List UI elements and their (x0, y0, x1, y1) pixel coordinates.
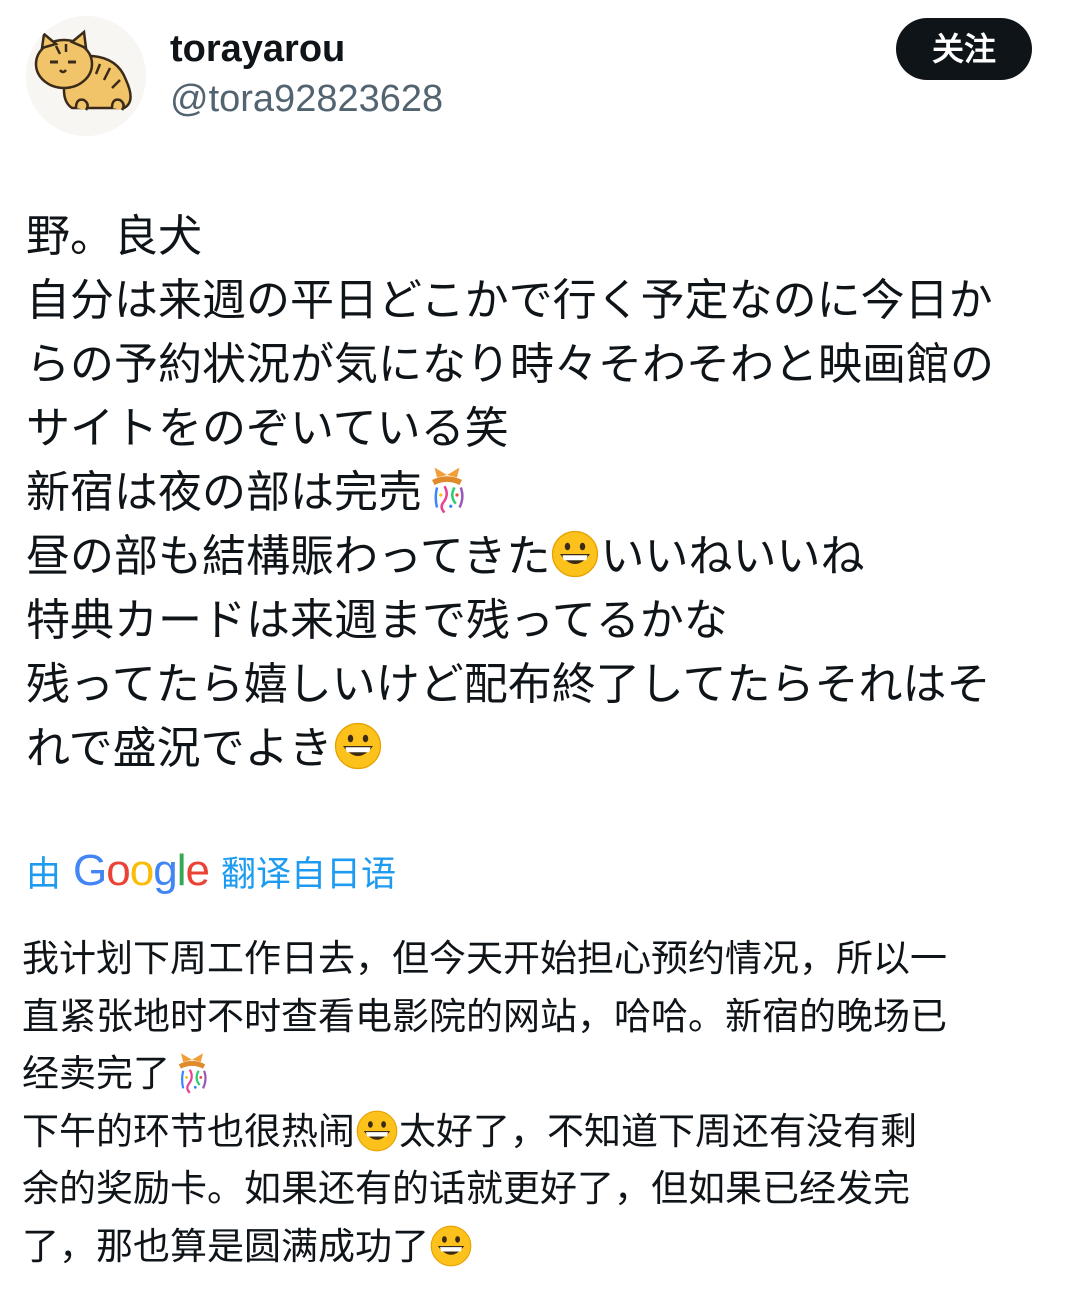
text-line: 了，那也算是圆满成功了 (22, 1218, 1062, 1276)
text-segment: 新宿は夜の部は完売 (26, 467, 422, 518)
text-segment: 自分は来週の平日どこかで行く予定なのに今日か (26, 275, 993, 326)
text-line: 直紧张地时不时查看电影院的网站，哈哈。新宿的晚场已 (22, 988, 1062, 1046)
text-line: 野。良犬 (26, 205, 1060, 269)
google-logo-letter: o (106, 846, 131, 895)
translation-attribution[interactable]: 由 Google 翻译自日语 (26, 843, 396, 899)
text-line: 新宿は夜の部は完売 (26, 461, 1060, 525)
translation-prefix: 由 (26, 854, 62, 895)
translated-text: 我计划下周工作日去，但今天开始担心预约情况，所以一 直紧张地时不时查看电影院的网站… (22, 930, 1062, 1275)
text-segment: 特典カードは来週まで残ってるかな (26, 595, 728, 646)
text-segment: 余的奖励卡。如果还有的话就更好了，但如果已经发完 (22, 1167, 910, 1210)
google-logo-letter: o (129, 846, 155, 895)
google-logo: Google (73, 846, 210, 896)
text-segment: 昼の部も結構賑わってきた (26, 531, 551, 582)
grinning-face-icon (430, 1225, 472, 1266)
text-line: 下午的环节也很热闹 太好了，不知道下周还有没有剩 (22, 1103, 1062, 1161)
tiger-cat-avatar-icon (26, 16, 146, 136)
text-segment: 残ってたら嬉しいけど配布終了してたらそれはそ (26, 659, 991, 710)
confetti-ball-icon (178, 1053, 207, 1094)
text-segment: 了，那也算是圆满成功了 (22, 1224, 429, 1268)
text-segment: 直紧张地时不时查看电影院的网站，哈哈。新宿的晚场已 (22, 994, 947, 1038)
text-line: 特典カードは来週まで残ってるかな (26, 589, 1060, 653)
grinning-face-icon (552, 530, 599, 578)
text-line: 余的奖励卡。如果还有的话就更好了，但如果已经发完 (22, 1160, 1062, 1218)
text-segment: 太好了，不知道下周还有没有剩 (399, 1109, 917, 1153)
text-line: 我计划下周工作日去，但今天开始担心预约情况，所以一 (22, 930, 1062, 988)
follow-button[interactable]: 关注 (896, 18, 1032, 80)
translation-source-label: 翻译自日语 (220, 854, 396, 895)
text-line: らの予約状況が気になり時々そわそわと映画館の (26, 333, 1060, 397)
google-logo-letter: e (185, 846, 210, 895)
grinning-face-icon (334, 722, 381, 770)
text-segment: 野。良犬 (26, 211, 202, 262)
avatar[interactable] (26, 16, 146, 136)
text-segment: 经卖完了 (22, 1052, 170, 1095)
text-line: サイトをのぞいている笑 (26, 397, 1060, 461)
text-line: 自分は来週の平日どこかで行く予定なのに今日か (26, 269, 1060, 333)
text-segment: 下午的环节也很热闹 (22, 1109, 355, 1153)
grinning-face-icon (356, 1110, 398, 1151)
text-segment: サイトをのぞいている笑 (26, 403, 509, 454)
tweet-text: 野。良犬自分は来週の平日どこかで行く予定なのに今日か らの予約状況が気になり時々そ… (26, 205, 1060, 781)
confetti-ball-icon (432, 467, 464, 514)
text-segment: らの予約状況が気になり時々そわそわと映画館の (26, 339, 994, 390)
text-line: 昼の部も結構賑わってきた いいねいいね (26, 525, 1060, 589)
text-line: 残ってたら嬉しいけど配布終了してたらそれはそ (26, 653, 1060, 717)
text-line: 经卖完了 (22, 1045, 1062, 1103)
text-segment: いいねいいね (600, 531, 865, 582)
text-segment: 我计划下周工作日去，但今天开始担心预约情况，所以一 (22, 937, 947, 980)
google-logo-letter: G (73, 846, 107, 895)
display-name[interactable]: torayarou (170, 26, 345, 72)
tweet-header: torayarou @tora92823628 关注 (0, 0, 1080, 150)
user-handle[interactable]: @tora92823628 (170, 76, 443, 122)
google-logo-letter: g (153, 846, 178, 895)
text-segment: れで盛況でよき (26, 723, 333, 774)
text-line: れで盛況でよき (26, 717, 1060, 781)
